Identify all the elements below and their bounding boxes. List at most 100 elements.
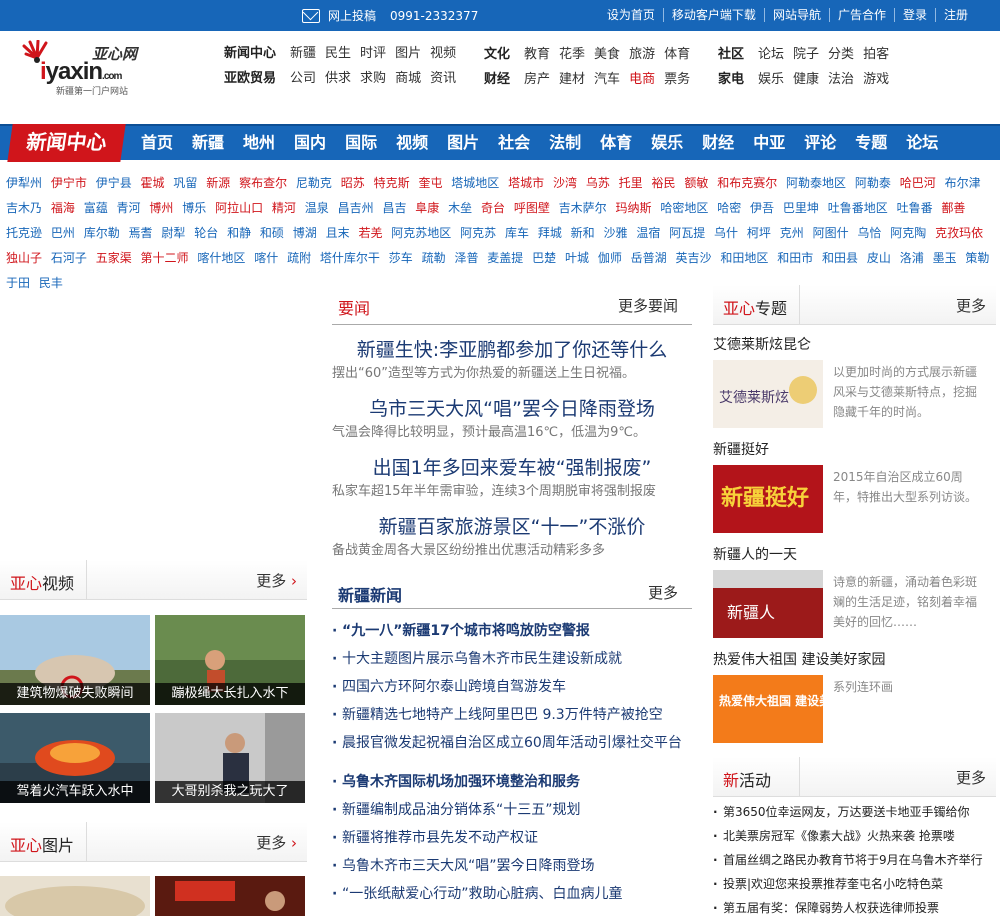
main-nav-item[interactable]: 国际 [345, 126, 377, 160]
nav-category[interactable]: 亚欧贸易 [224, 71, 276, 86]
topic-image[interactable]: 新疆人 [713, 570, 823, 638]
region-link[interactable]: 尉犁 [161, 226, 185, 240]
video-thumb-3[interactable]: 驾着火汽车跃入水中 [0, 713, 150, 803]
nav-link[interactable]: 健康 [793, 72, 819, 87]
nav-link[interactable]: 分类 [828, 47, 854, 62]
news-item[interactable]: “九一八”新疆17个城市将鸣放防空警报 [332, 617, 692, 645]
nav-link[interactable]: 求购 [360, 71, 386, 86]
region-link[interactable]: 吉木萨尔 [559, 201, 607, 215]
region-link[interactable]: 麦盖提 [487, 251, 523, 265]
region-link[interactable]: 拜城 [538, 226, 562, 240]
region-link[interactable]: 巴楚 [532, 251, 556, 265]
news-item[interactable]: 十大主题图片展示乌鲁木齐市民生建设新成就 [332, 645, 692, 673]
region-link[interactable]: 新和 [571, 226, 595, 240]
region-link[interactable]: 皮山 [867, 251, 891, 265]
region-link[interactable]: 托里 [619, 176, 643, 190]
region-link[interactable]: 塔城地区 [451, 176, 499, 190]
activity-item[interactable]: 首届丝绸之路民办教育节将于9月在乌鲁木齐举行 [713, 848, 998, 872]
region-link[interactable]: 阿拉山口 [215, 201, 263, 215]
nav-link[interactable]: 商城 [395, 71, 421, 86]
region-link[interactable]: 昌吉州 [338, 201, 374, 215]
nav-link[interactable]: 房产 [524, 72, 550, 87]
headline-story[interactable]: 新疆生快:李亚鹏都参加了你还等什么 摆出“60”造型等方式为你热爱的新疆送上生日… [332, 337, 692, 384]
region-link[interactable]: 鄯善 [941, 201, 965, 215]
region-link[interactable]: 伊犁州 [6, 176, 42, 190]
site-logo[interactable]: 亚心网 iyaxin.com 新疆第一门户网站 [22, 40, 152, 97]
submit-label[interactable]: 网上投稿 [328, 7, 376, 24]
region-link[interactable]: 泽普 [454, 251, 478, 265]
region-link[interactable]: 裕民 [652, 176, 676, 190]
topic-image[interactable]: 艾德莱斯炫 [713, 360, 823, 428]
topics-more-link[interactable]: 更多 [956, 295, 986, 316]
region-link[interactable]: 富蕴 [84, 201, 108, 215]
nav-link[interactable]: 花季 [559, 47, 585, 62]
region-link[interactable]: 伊吾 [750, 201, 774, 215]
story-title[interactable]: 出国1年多回来爱车被“强制报废” [332, 455, 692, 481]
topic-item[interactable]: 热爱伟大祖国 建设美好家园 热爱伟大祖国 建设美好家园 系列连环画 [713, 649, 998, 743]
region-link[interactable]: 阿克苏地区 [391, 226, 451, 240]
region-link[interactable]: 洛浦 [900, 251, 924, 265]
region-link[interactable]: 阿勒泰地区 [786, 176, 846, 190]
region-link[interactable]: 莎车 [389, 251, 413, 265]
region-link[interactable]: 吉木乃 [6, 201, 42, 215]
region-link[interactable]: 吐鲁番地区 [828, 201, 888, 215]
xinjiang-more-link[interactable]: 更多 [648, 582, 678, 603]
region-link[interactable]: 昌吉 [382, 201, 406, 215]
region-link[interactable]: 塔城市 [508, 176, 544, 190]
main-nav-item[interactable]: 体育 [600, 126, 632, 160]
region-link[interactable]: 哈密地区 [660, 201, 708, 215]
story-title[interactable]: 新疆百家旅游景区“十一”不涨价 [332, 514, 692, 540]
region-link[interactable]: 英吉沙 [676, 251, 712, 265]
region-link[interactable]: 青河 [117, 201, 141, 215]
login-link[interactable]: 登录 [893, 8, 935, 22]
region-link[interactable]: 伽师 [598, 251, 622, 265]
main-nav-item[interactable]: 图片 [447, 126, 479, 160]
region-link[interactable]: 特克斯 [374, 176, 410, 190]
main-nav-item[interactable]: 中亚 [753, 126, 785, 160]
region-link[interactable]: 伊宁县 [96, 176, 132, 190]
submit-contact[interactable]: 网上投稿 0991-2332377 [302, 7, 492, 24]
activity-item[interactable]: 第五届有奖：保障弱势人权获选律师投票 [713, 896, 998, 920]
region-link[interactable]: 沙雅 [604, 226, 628, 240]
nav-link[interactable]: 资讯 [430, 71, 456, 86]
nav-link[interactable]: 院子 [793, 47, 819, 62]
nav-category[interactable]: 文化 [484, 47, 510, 62]
nav-link[interactable]: 票务 [664, 72, 690, 87]
region-link[interactable]: 尼勒克 [296, 176, 332, 190]
main-nav-item[interactable]: 国内 [294, 126, 326, 160]
video-thumb-1[interactable]: 建筑物爆破失败瞬间 [0, 615, 150, 705]
region-link[interactable]: 五家渠 [96, 251, 132, 265]
nav-category[interactable]: 家电 [718, 72, 744, 87]
news-item[interactable]: 乌鲁木齐国际机场加强环境整治和服务 [332, 768, 692, 796]
region-link[interactable]: 疏附 [287, 251, 311, 265]
topic-title[interactable]: 艾德莱斯炫昆仑 [713, 334, 998, 356]
region-link[interactable]: 哈密 [717, 201, 741, 215]
region-link[interactable]: 焉耆 [129, 226, 153, 240]
main-nav-item[interactable]: 财经 [702, 126, 734, 160]
region-link[interactable]: 克州 [780, 226, 804, 240]
topic-item[interactable]: 新疆挺好 新疆挺好 2015年自治区成立60周年，特推出大型系列访谈。 [713, 439, 998, 533]
main-nav-item[interactable]: 娱乐 [651, 126, 683, 160]
activity-item[interactable]: 北美票房冠军《像素大战》火热来袭 抢票喽 [713, 824, 998, 848]
nav-category[interactable]: 社区 [718, 47, 744, 62]
nav-link[interactable]: 建材 [559, 72, 585, 87]
region-link[interactable]: 温泉 [305, 201, 329, 215]
nav-link[interactable]: 民生 [325, 46, 351, 61]
nav-link[interactable]: 汽车 [594, 72, 620, 87]
region-link[interactable]: 博乐 [182, 201, 206, 215]
region-link[interactable]: 昭苏 [341, 176, 365, 190]
region-link[interactable]: 博州 [149, 201, 173, 215]
region-link[interactable]: 独山子 [6, 251, 42, 265]
nav-link[interactable]: 体育 [664, 47, 690, 62]
region-link[interactable]: 温宿 [636, 226, 660, 240]
region-link[interactable]: 巴州 [51, 226, 75, 240]
news-item[interactable]: “一张纸献爱心行动”救助心脏病、白血病儿童 [332, 880, 692, 908]
region-link[interactable]: 阿克苏 [460, 226, 496, 240]
region-link[interactable]: 克孜玛依 [935, 226, 983, 240]
main-nav-item[interactable]: 新疆 [192, 126, 224, 160]
region-link[interactable]: 巴里坤 [783, 201, 819, 215]
region-link[interactable]: 阜康 [415, 201, 439, 215]
region-link[interactable]: 乌恰 [857, 226, 881, 240]
headline-story[interactable]: 出国1年多回来爱车被“强制报废” 私家车超15年半年需审验，连续3个周期脱审将强… [332, 455, 692, 502]
region-link[interactable]: 新源 [206, 176, 230, 190]
